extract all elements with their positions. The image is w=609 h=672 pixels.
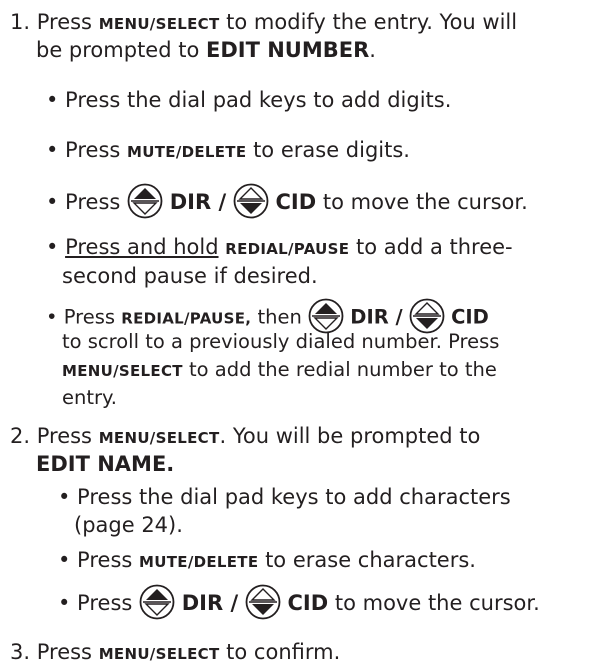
step1-bullet5-line4: entry. bbox=[62, 386, 117, 409]
step2-bullet3: • Press DIR / CID to move the cursor. bbox=[58, 584, 540, 622]
step2-bullet2: • Press MUTE/DELETE to erase characters. bbox=[58, 548, 476, 572]
step1-bullet4: • Press and hold REDIAL/PAUSE to add a t… bbox=[46, 235, 513, 259]
up-arrow-key-icon bbox=[139, 584, 175, 620]
down-arrow-key-icon bbox=[245, 584, 281, 620]
step1-bullet3: • Press DIR / CID to move the cursor. bbox=[46, 183, 528, 221]
step1-bullet4-line2: second pause if desired. bbox=[62, 264, 318, 288]
step1-line1: 1. Press MENU/SELECT to modify the entry… bbox=[10, 10, 518, 34]
redial-pause-key: REDIAL/PAUSE, bbox=[121, 309, 252, 328]
step1-line2: be prompted to EDIT NUMBER. bbox=[36, 38, 376, 62]
step-number: 1. bbox=[10, 10, 31, 34]
step1-bullet5-line2: to scroll to a previously dialed number.… bbox=[62, 330, 500, 353]
step2-line2: EDIT NAME. bbox=[36, 450, 174, 478]
mute-delete-key: MUTE/DELETE bbox=[139, 553, 259, 571]
menu-select-key: MENU/SELECT bbox=[98, 429, 220, 447]
step1-bullet5-line3: MENU/SELECT to add the redial number to … bbox=[62, 358, 497, 381]
up-arrow-key-icon bbox=[127, 183, 163, 219]
step2-line1: 2. Press MENU/SELECT. You will be prompt… bbox=[10, 424, 481, 448]
step1-bullet1: • Press the dial pad keys to add digits. bbox=[46, 88, 452, 112]
step1-bullet2: • Press MUTE/DELETE to erase digits. bbox=[46, 138, 410, 162]
down-arrow-key-icon bbox=[233, 183, 269, 219]
step-number: 3. bbox=[10, 640, 31, 664]
menu-select-key: MENU/SELECT bbox=[98, 645, 220, 663]
step2-bullet1-line2: (page 24). bbox=[74, 513, 183, 537]
edit-number-prompt: EDIT NUMBER bbox=[206, 38, 370, 62]
step2-bullet1: • Press the dial pad keys to add charact… bbox=[58, 485, 511, 509]
step3-line1: 3. Press MENU/SELECT to confirm. bbox=[10, 640, 341, 664]
mute-delete-key: MUTE/DELETE bbox=[127, 143, 247, 161]
menu-select-key: MENU/SELECT bbox=[62, 362, 183, 380]
step-number: 2. bbox=[10, 424, 31, 448]
edit-name-prompt: EDIT NAME. bbox=[36, 452, 175, 476]
menu-select-key: MENU/SELECT bbox=[98, 15, 220, 33]
redial-pause-key: REDIAL/PAUSE bbox=[225, 240, 350, 258]
